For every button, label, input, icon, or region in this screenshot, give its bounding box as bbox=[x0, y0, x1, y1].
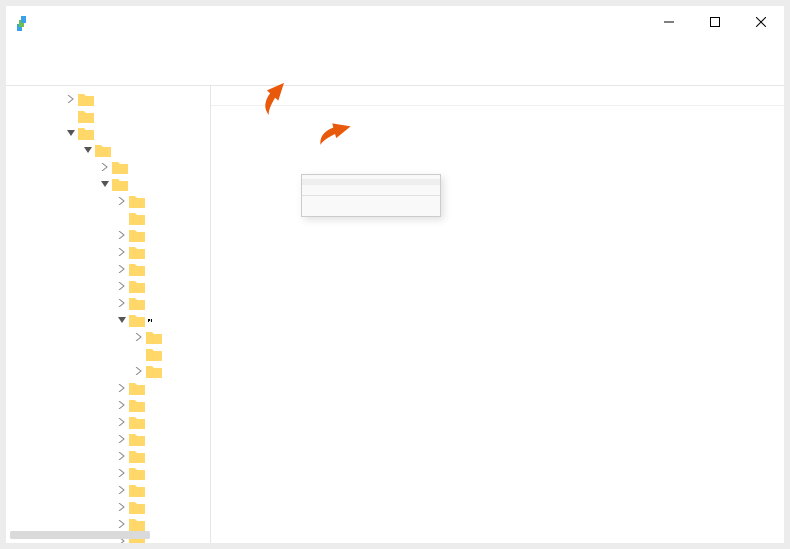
tree-item-clienttelem[interactable] bbox=[6, 192, 210, 209]
context-menu bbox=[301, 174, 441, 217]
menu-rename[interactable] bbox=[302, 206, 440, 212]
tree-item-privacy[interactable] bbox=[6, 481, 210, 498]
menu-modify-binary[interactable] bbox=[302, 185, 440, 191]
address-bar[interactable] bbox=[6, 66, 784, 86]
main-list bbox=[211, 86, 784, 543]
tree-item-16[interactable] bbox=[6, 141, 210, 158]
tree-item-responsive[interactable] bbox=[6, 515, 210, 532]
menubar bbox=[6, 42, 784, 66]
tree-item-lccache[interactable] bbox=[6, 413, 210, 430]
tree-item-mailsetting[interactable] bbox=[6, 447, 210, 464]
tree-item-identities[interactable] bbox=[6, 328, 210, 345]
list-header bbox=[211, 86, 784, 106]
tree-item-access[interactable] bbox=[6, 158, 210, 175]
tree-item-experiment[interactable] bbox=[6, 260, 210, 277]
menu-divider bbox=[302, 195, 440, 196]
tree-item-general[interactable] bbox=[6, 294, 210, 311]
horizontal-scrollbar[interactable] bbox=[10, 531, 150, 539]
titlebar bbox=[6, 6, 784, 42]
tree-item-common[interactable] bbox=[6, 175, 210, 192]
app-icon bbox=[16, 16, 32, 32]
tree-item-narrator[interactable] bbox=[6, 90, 210, 107]
menu-view[interactable] bbox=[54, 52, 74, 56]
tree-item-experiment[interactable] bbox=[6, 277, 210, 294]
tree-item-experiment[interactable] bbox=[6, 243, 210, 260]
window-controls bbox=[646, 6, 784, 42]
tree-item-servicea[interactable] bbox=[6, 362, 210, 379]
tree-item-research[interactable] bbox=[6, 498, 210, 515]
menu-edit[interactable] bbox=[34, 52, 54, 56]
menu-help[interactable] bbox=[94, 52, 114, 56]
tree-item-migration[interactable] bbox=[6, 464, 210, 481]
minimize-button[interactable] bbox=[646, 6, 692, 38]
tree-item-office[interactable] bbox=[6, 124, 210, 141]
tree-item-drawalerts[interactable] bbox=[6, 226, 210, 243]
tree-item-customuiv[interactable] bbox=[6, 209, 210, 226]
tree-item-nucleus[interactable] bbox=[6, 107, 210, 124]
tree-item-identity[interactable] bbox=[6, 311, 210, 328]
watermark bbox=[211, 86, 784, 543]
menu-file[interactable] bbox=[14, 52, 34, 56]
tree-item-languager[interactable] bbox=[6, 396, 210, 413]
tree-item-internet[interactable] bbox=[6, 379, 210, 396]
menu-favorites[interactable] bbox=[74, 52, 94, 56]
close-button[interactable] bbox=[738, 6, 784, 38]
tree-item-profiles[interactable] bbox=[6, 345, 210, 362]
maximize-button[interactable] bbox=[692, 6, 738, 38]
tree-item-licensing[interactable] bbox=[6, 430, 210, 447]
tree-sidebar bbox=[6, 86, 211, 543]
